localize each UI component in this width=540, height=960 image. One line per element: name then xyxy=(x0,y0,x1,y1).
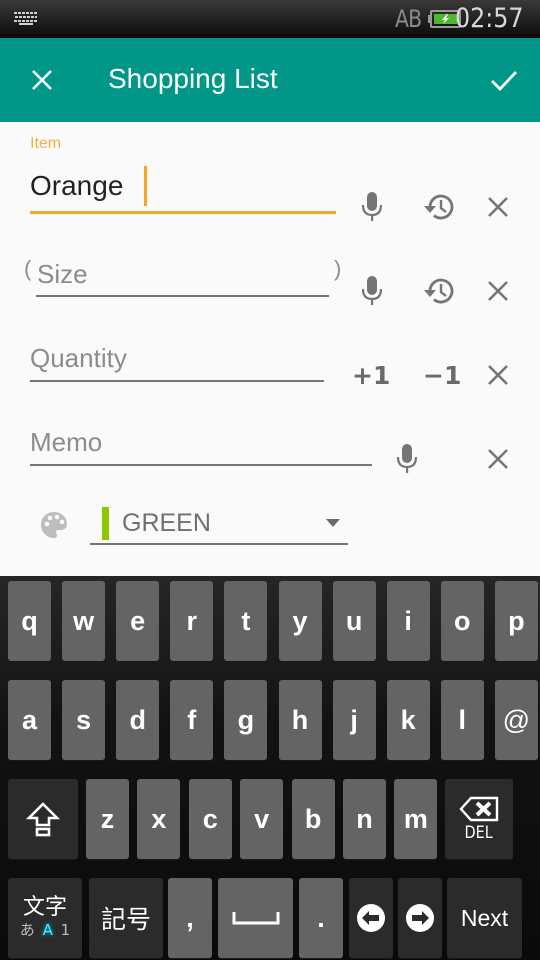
check-icon xyxy=(491,71,518,91)
alpha-mode-indicator: A xyxy=(42,921,53,939)
key-s[interactable]: s xyxy=(62,680,106,760)
input-mode-indicator: AB xyxy=(395,5,422,33)
key-z[interactable]: z xyxy=(86,779,129,859)
size-clear-button[interactable] xyxy=(478,271,518,311)
shift-key[interactable] xyxy=(8,779,78,859)
quantity-clear-button[interactable] xyxy=(478,355,518,395)
quantity-increment-button[interactable]: +1 xyxy=(352,361,390,390)
color-spinner-underline xyxy=(90,543,348,545)
key-o[interactable]: o xyxy=(440,581,484,661)
item-input-underline xyxy=(30,211,336,214)
key-q[interactable]: q xyxy=(8,581,51,661)
memo-voice-button[interactable] xyxy=(387,439,427,479)
item-label: Item xyxy=(30,135,62,152)
shift-icon xyxy=(26,802,60,837)
microphone-icon xyxy=(361,192,383,221)
space-key[interactable] xyxy=(218,878,293,958)
key-h[interactable]: h xyxy=(278,680,322,760)
size-input[interactable]: Size xyxy=(37,259,88,290)
size-close-paren: ) xyxy=(334,256,342,281)
page-title: Shopping List xyxy=(108,63,278,94)
input-mode-key-label: 文字 xyxy=(22,895,67,920)
key-e[interactable]: e xyxy=(116,581,160,661)
text-cursor xyxy=(144,166,147,206)
microphone-icon xyxy=(361,276,383,305)
palette-icon xyxy=(34,505,74,545)
hiragana-mode-indicator: あ xyxy=(19,921,35,939)
item-clear-button[interactable] xyxy=(478,187,518,227)
quantity-input-underline xyxy=(30,380,324,382)
key-a[interactable]: a xyxy=(8,680,51,760)
next-key[interactable]: Next xyxy=(447,878,522,958)
key-f[interactable]: f xyxy=(170,680,214,760)
key-r[interactable]: r xyxy=(170,581,214,661)
key-j[interactable]: j xyxy=(332,680,376,760)
arrow-right-icon xyxy=(406,904,434,932)
key-p[interactable]: p xyxy=(494,581,538,661)
key-c[interactable]: c xyxy=(188,779,232,859)
history-icon xyxy=(424,278,454,304)
key-m[interactable]: m xyxy=(394,779,438,859)
key-i[interactable]: i xyxy=(386,581,430,661)
status-bar: AB 02:57 xyxy=(0,0,540,38)
color-swatch xyxy=(102,507,109,540)
item-form: Item Orange ( Size ) Quantity +1 −1 Memo… xyxy=(0,122,540,576)
item-voice-button[interactable] xyxy=(352,187,392,227)
delete-key[interactable]: DEL xyxy=(445,779,513,859)
size-voice-button[interactable] xyxy=(352,271,392,311)
quantity-decrement-button[interactable]: −1 xyxy=(423,361,461,390)
backspace-icon xyxy=(459,796,499,821)
memo-input[interactable]: Memo xyxy=(30,427,102,458)
history-icon xyxy=(424,194,454,220)
keyboard-icon xyxy=(14,12,38,31)
key-g[interactable]: g xyxy=(224,680,268,760)
symbol-key[interactable]: 記号 xyxy=(89,878,163,958)
clear-icon xyxy=(488,281,508,301)
dropdown-arrow-icon xyxy=(326,519,340,527)
close-button[interactable] xyxy=(22,60,62,100)
done-button[interactable] xyxy=(484,60,524,100)
clear-icon xyxy=(488,449,508,469)
close-icon xyxy=(32,70,52,90)
cursor-right-key[interactable] xyxy=(398,878,442,958)
key-d[interactable]: d xyxy=(116,680,160,760)
microphone-icon xyxy=(396,444,418,473)
arrow-left-icon xyxy=(357,904,385,932)
key-u[interactable]: u xyxy=(332,581,376,661)
key-x[interactable]: x xyxy=(137,779,181,859)
key-t[interactable]: t xyxy=(224,581,268,661)
item-history-button[interactable] xyxy=(418,187,458,227)
memo-clear-button[interactable] xyxy=(478,439,518,479)
color-selected-value: GREEN xyxy=(122,509,211,537)
item-input[interactable]: Orange xyxy=(30,170,123,202)
key-n[interactable]: n xyxy=(343,779,386,859)
space-icon xyxy=(232,912,279,925)
size-history-button[interactable] xyxy=(418,271,458,311)
key-w[interactable]: w xyxy=(62,581,106,661)
delete-key-label: DEL xyxy=(464,822,494,843)
input-mode-key[interactable]: 文字 あ A 1 xyxy=(8,878,82,958)
cursor-left-key[interactable] xyxy=(349,878,393,958)
period-key[interactable]: . xyxy=(299,878,343,958)
memo-input-underline xyxy=(30,464,372,466)
size-input-underline xyxy=(36,295,329,297)
key-v[interactable]: v xyxy=(240,779,284,859)
comma-key[interactable]: , xyxy=(168,878,212,958)
key-y[interactable]: y xyxy=(278,581,322,661)
key-l[interactable]: l xyxy=(440,680,484,760)
clear-icon xyxy=(488,197,508,217)
soft-keyboard: qwertyuiop a s d f g h j k l @ DEL zxcvbnm 文字 あ A… xyxy=(0,576,540,960)
number-mode-indicator: 1 xyxy=(60,921,71,939)
clock: 02:57 xyxy=(455,3,524,34)
quantity-input[interactable]: Quantity xyxy=(30,343,127,374)
key-at[interactable]: @ xyxy=(494,680,538,760)
key-k[interactable]: k xyxy=(386,680,430,760)
clear-icon xyxy=(488,365,508,385)
size-open-paren: ( xyxy=(24,256,32,281)
app-toolbar: Shopping List xyxy=(0,38,540,122)
key-b[interactable]: b xyxy=(291,779,335,859)
